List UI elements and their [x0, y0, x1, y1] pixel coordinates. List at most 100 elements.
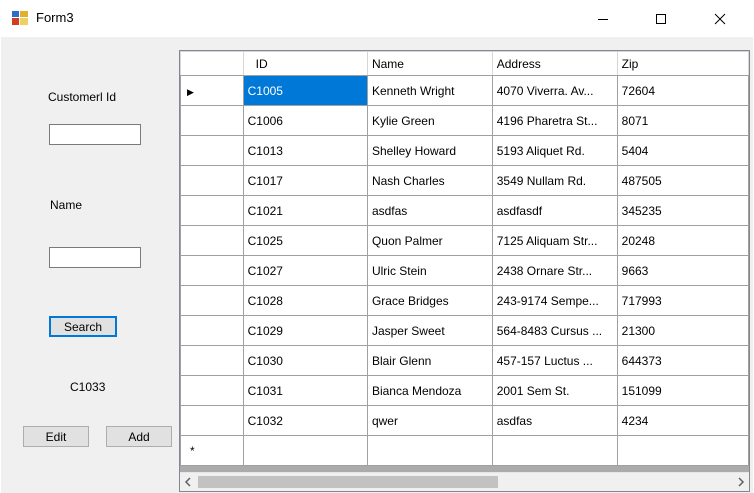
- grid-corner-header: [180, 51, 244, 76]
- scroll-left-icon[interactable]: [184, 477, 192, 487]
- cell-zip[interactable]: 4234: [616, 405, 749, 436]
- cell-address[interactable]: asdfas: [491, 405, 618, 436]
- row-header-cell[interactable]: [180, 375, 244, 406]
- new-row-cell[interactable]: [366, 435, 493, 466]
- close-button[interactable]: [697, 0, 743, 37]
- table-row[interactable]: C1021 asdfas asdfasdf 345235: [180, 195, 749, 226]
- cell-zip[interactable]: 5404: [616, 135, 749, 166]
- cell-address[interactable]: 3549 Nullam Rd.: [491, 165, 618, 196]
- cell-name[interactable]: Bianca Mendoza: [366, 375, 493, 406]
- grid-table: ID Name Address Zip ▶ C1005 Kenneth Wright…: [180, 51, 749, 466]
- row-header-cell[interactable]: [180, 165, 244, 196]
- row-header-cell[interactable]: [180, 345, 244, 376]
- scrollbar-thumb[interactable]: [198, 476, 498, 488]
- cell-name[interactable]: Kenneth Wright: [366, 75, 493, 106]
- row-header-cell[interactable]: ▶: [180, 75, 244, 106]
- new-row-cell[interactable]: [491, 435, 618, 466]
- row-header-cell[interactable]: [180, 255, 244, 286]
- cell-id[interactable]: C1005: [242, 75, 368, 106]
- table-row[interactable]: C1030 Blair Glenn 457-157 Luctus ... 644373: [180, 345, 749, 376]
- cell-id[interactable]: C1027: [242, 255, 368, 286]
- cell-address[interactable]: 564-8483 Cursus ...: [491, 315, 618, 346]
- name-input[interactable]: [49, 247, 141, 268]
- cell-zip[interactable]: 72604: [616, 75, 749, 106]
- new-row-cell[interactable]: [242, 435, 368, 466]
- cell-id[interactable]: C1029: [242, 315, 368, 346]
- column-header-id[interactable]: ID: [242, 51, 368, 76]
- add-button[interactable]: Add: [106, 426, 172, 447]
- row-header-cell[interactable]: [180, 135, 244, 166]
- table-row[interactable]: ▶ C1005 Kenneth Wright 4070 Viverra. Av... 7…: [180, 75, 749, 106]
- cell-id[interactable]: C1031: [242, 375, 368, 406]
- table-row[interactable]: C1031 Bianca Mendoza 2001 Sem St. 151099: [180, 375, 749, 406]
- cell-name[interactable]: Jasper Sweet: [366, 315, 493, 346]
- new-row[interactable]: *: [180, 435, 749, 466]
- cell-address[interactable]: 5193 Aliquet Rd.: [491, 135, 618, 166]
- table-row[interactable]: C1013 Shelley Howard 5193 Aliquet Rd. 5404: [180, 135, 749, 166]
- row-header-cell[interactable]: [180, 105, 244, 136]
- table-row[interactable]: C1028 Grace Bridges 243-9174 Sempe... 71799…: [180, 285, 749, 316]
- horizontal-scrollbar[interactable]: [180, 472, 749, 491]
- cell-id[interactable]: C1032: [242, 405, 368, 436]
- cell-address[interactable]: 243-9174 Sempe...: [491, 285, 618, 316]
- table-row[interactable]: C1017 Nash Charles 3549 Nullam Rd. 487505: [180, 165, 749, 196]
- customer-data-grid[interactable]: ID Name Address Zip ▶ C1005 Kenneth Wright…: [179, 50, 750, 492]
- cell-name[interactable]: Nash Charles: [366, 165, 493, 196]
- new-row-cell[interactable]: [616, 435, 749, 466]
- cell-address[interactable]: 2001 Sem St.: [491, 375, 618, 406]
- cell-zip[interactable]: 8071: [616, 105, 749, 136]
- title-bar: Form3: [0, 0, 754, 37]
- column-header-name[interactable]: Name: [366, 51, 493, 76]
- maximize-button[interactable]: [638, 0, 684, 37]
- row-header-cell[interactable]: [180, 285, 244, 316]
- cell-name[interactable]: asdfas: [366, 195, 493, 226]
- cell-address[interactable]: 4196 Pharetra St...: [491, 105, 618, 136]
- row-header-cell[interactable]: [180, 225, 244, 256]
- grid-body: ▶ C1005 Kenneth Wright 4070 Viverra. Av... 7…: [180, 75, 749, 466]
- row-header-cell[interactable]: *: [180, 435, 244, 466]
- cell-address[interactable]: 7125 Aliquam Str...: [491, 225, 618, 256]
- cell-zip[interactable]: 644373: [616, 345, 749, 376]
- cell-zip[interactable]: 151099: [616, 375, 749, 406]
- scroll-right-icon[interactable]: [737, 477, 745, 487]
- result-label: C1033: [70, 380, 106, 394]
- table-row[interactable]: C1025 Quon Palmer 7125 Aliquam Str... 20248: [180, 225, 749, 256]
- cell-id[interactable]: C1013: [242, 135, 368, 166]
- cell-zip[interactable]: 21300: [616, 315, 749, 346]
- cell-id[interactable]: C1028: [242, 285, 368, 316]
- row-header-cell[interactable]: [180, 405, 244, 436]
- cell-id[interactable]: C1006: [242, 105, 368, 136]
- cell-name[interactable]: Kylie Green: [366, 105, 493, 136]
- search-button[interactable]: Search: [49, 316, 117, 337]
- minimize-button[interactable]: [580, 0, 626, 37]
- cell-name[interactable]: Ulric Stein: [366, 255, 493, 286]
- cell-zip[interactable]: 345235: [616, 195, 749, 226]
- cell-id[interactable]: C1030: [242, 345, 368, 376]
- edit-button[interactable]: Edit: [23, 426, 89, 447]
- cell-zip[interactable]: 487505: [616, 165, 749, 196]
- cell-address[interactable]: 457-157 Luctus ...: [491, 345, 618, 376]
- cell-zip[interactable]: 20248: [616, 225, 749, 256]
- cell-zip[interactable]: 9663: [616, 255, 749, 286]
- cell-name[interactable]: Blair Glenn: [366, 345, 493, 376]
- cell-name[interactable]: Grace Bridges: [366, 285, 493, 316]
- row-header-cell[interactable]: [180, 315, 244, 346]
- cell-name[interactable]: Quon Palmer: [366, 225, 493, 256]
- cell-address[interactable]: 4070 Viverra. Av...: [491, 75, 618, 106]
- cell-zip[interactable]: 717993: [616, 285, 749, 316]
- cell-id[interactable]: C1025: [242, 225, 368, 256]
- cell-name[interactable]: qwer: [366, 405, 493, 436]
- cell-address[interactable]: 2438 Ornare Str...: [491, 255, 618, 286]
- column-header-zip[interactable]: Zip: [616, 51, 749, 76]
- row-header-cell[interactable]: [180, 195, 244, 226]
- cell-id[interactable]: C1021: [242, 195, 368, 226]
- table-row[interactable]: C1027 Ulric Stein 2438 Ornare Str... 9663: [180, 255, 749, 286]
- column-header-address[interactable]: Address: [491, 51, 618, 76]
- table-row[interactable]: C1029 Jasper Sweet 564-8483 Cursus ... 2130…: [180, 315, 749, 346]
- customer-id-input[interactable]: [49, 124, 141, 145]
- cell-address[interactable]: asdfasdf: [491, 195, 618, 226]
- cell-id[interactable]: C1017: [242, 165, 368, 196]
- table-row[interactable]: C1006 Kylie Green 4196 Pharetra St... 8071: [180, 105, 749, 136]
- cell-name[interactable]: Shelley Howard: [366, 135, 493, 166]
- table-row[interactable]: C1032 qwer asdfas 4234: [180, 405, 749, 436]
